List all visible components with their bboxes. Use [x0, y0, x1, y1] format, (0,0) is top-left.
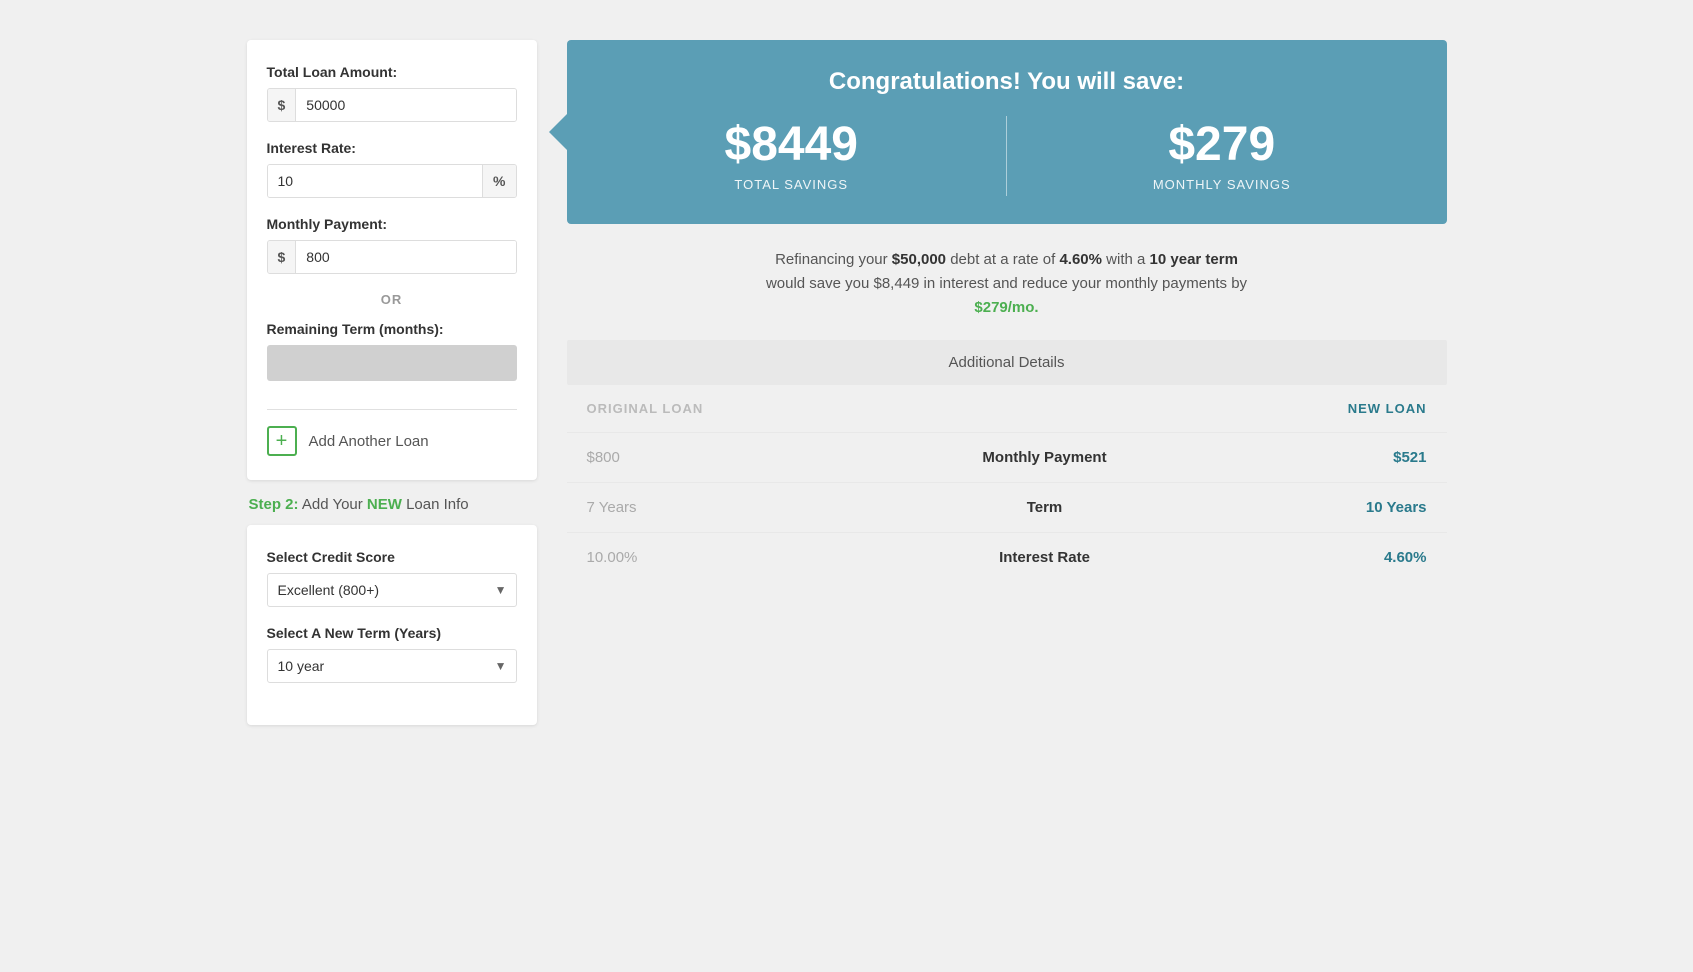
td-original: 10.00%: [567, 533, 881, 583]
total-savings-col: $8449 TOTAL SAVINGS: [597, 121, 987, 192]
td-original: $800: [567, 433, 881, 483]
td-label: Monthly Payment: [880, 433, 1209, 483]
credit-score-label: Select Credit Score: [267, 549, 517, 565]
savings-banner: Congratulations! You will save: $8449 TO…: [567, 40, 1447, 224]
savings-divider: [1006, 116, 1007, 196]
interest-rate-suffix: %: [482, 165, 515, 197]
term-select-wrapper: 5 year 7 year 10 year 15 year 20 year 30…: [267, 649, 517, 683]
add-loan-label: Add Another Loan: [309, 433, 429, 450]
left-panel: Total Loan Amount: $ Interest Rate: % Mo…: [247, 40, 537, 741]
monthly-payment-group: $: [267, 240, 517, 274]
step2-label: Step 2: Add Your NEW Loan Info: [247, 496, 537, 513]
table-row: 7 Years Term 10 Years: [567, 483, 1447, 533]
step2-number: Step 2:: [249, 496, 299, 513]
loan-amount-group: $: [267, 88, 517, 122]
monthly-savings-amount: $279: [1027, 121, 1417, 169]
additional-details-header: Additional Details: [567, 340, 1447, 385]
plus-icon: +: [267, 426, 297, 456]
interest-rate-group: %: [267, 164, 517, 198]
new-loan-card: Select Credit Score Excellent (800+) Ver…: [247, 525, 537, 725]
interest-rate-label: Interest Rate:: [267, 140, 517, 156]
step2-text: Add Your NEW Loan Info: [302, 496, 469, 513]
table-header-row: ORIGINAL LOAN NEW LOAN: [567, 385, 1447, 433]
total-savings-amount: $8449: [597, 121, 987, 169]
td-new: 10 Years: [1209, 483, 1447, 533]
desc-term: 10 year term: [1150, 251, 1238, 268]
card-divider: [267, 409, 517, 410]
remaining-term-input[interactable]: [267, 345, 517, 381]
td-new: 4.60%: [1209, 533, 1447, 583]
loan-amount-label: Total Loan Amount:: [267, 64, 517, 80]
credit-score-select-wrapper: Excellent (800+) Very Good (740-799) Goo…: [267, 573, 517, 607]
banner-title: Congratulations! You will save:: [597, 68, 1417, 96]
right-panel: Congratulations! You will save: $8449 TO…: [567, 40, 1447, 741]
total-savings-label: TOTAL SAVINGS: [597, 177, 987, 192]
remaining-term-label: Remaining Term (months):: [267, 321, 517, 337]
loan-amount-input[interactable]: [296, 89, 515, 121]
or-divider: OR: [267, 292, 517, 307]
desc-monthly: $279/mo.: [974, 299, 1038, 316]
credit-score-select[interactable]: Excellent (800+) Very Good (740-799) Goo…: [267, 573, 517, 607]
savings-row: $8449 TOTAL SAVINGS $279 MONTHLY SAVINGS: [597, 116, 1417, 196]
td-new: $521: [1209, 433, 1447, 483]
term-label: Select A New Term (Years): [267, 625, 517, 641]
td-label: Interest Rate: [880, 533, 1209, 583]
details-table: ORIGINAL LOAN NEW LOAN $800 Monthly Paym…: [567, 385, 1447, 582]
add-another-loan-button[interactable]: + Add Another Loan: [267, 426, 429, 456]
monthly-savings-col: $279 MONTHLY SAVINGS: [1027, 121, 1417, 192]
table-row: 10.00% Interest Rate 4.60%: [567, 533, 1447, 583]
col-middle-header: [880, 385, 1209, 433]
description-text: Refinancing your $50,000 debt at a rate …: [567, 248, 1447, 320]
monthly-savings-label: MONTHLY SAVINGS: [1027, 177, 1417, 192]
desc-amount: $50,000: [892, 251, 946, 268]
step2-new-word: NEW: [367, 496, 402, 513]
monthly-payment-input[interactable]: [296, 241, 515, 273]
table-row: $800 Monthly Payment $521: [567, 433, 1447, 483]
td-label: Term: [880, 483, 1209, 533]
monthly-payment-label: Monthly Payment:: [267, 216, 517, 232]
td-original: 7 Years: [567, 483, 881, 533]
col-original-header: ORIGINAL LOAN: [567, 385, 881, 433]
monthly-payment-prefix: $: [268, 241, 297, 273]
interest-rate-input[interactable]: [268, 165, 483, 197]
loan-amount-prefix: $: [268, 89, 297, 121]
col-new-header: NEW LOAN: [1209, 385, 1447, 433]
loan-info-card: Total Loan Amount: $ Interest Rate: % Mo…: [247, 40, 537, 480]
desc-rate: 4.60%: [1059, 251, 1102, 268]
term-select[interactable]: 5 year 7 year 10 year 15 year 20 year 30…: [267, 649, 517, 683]
